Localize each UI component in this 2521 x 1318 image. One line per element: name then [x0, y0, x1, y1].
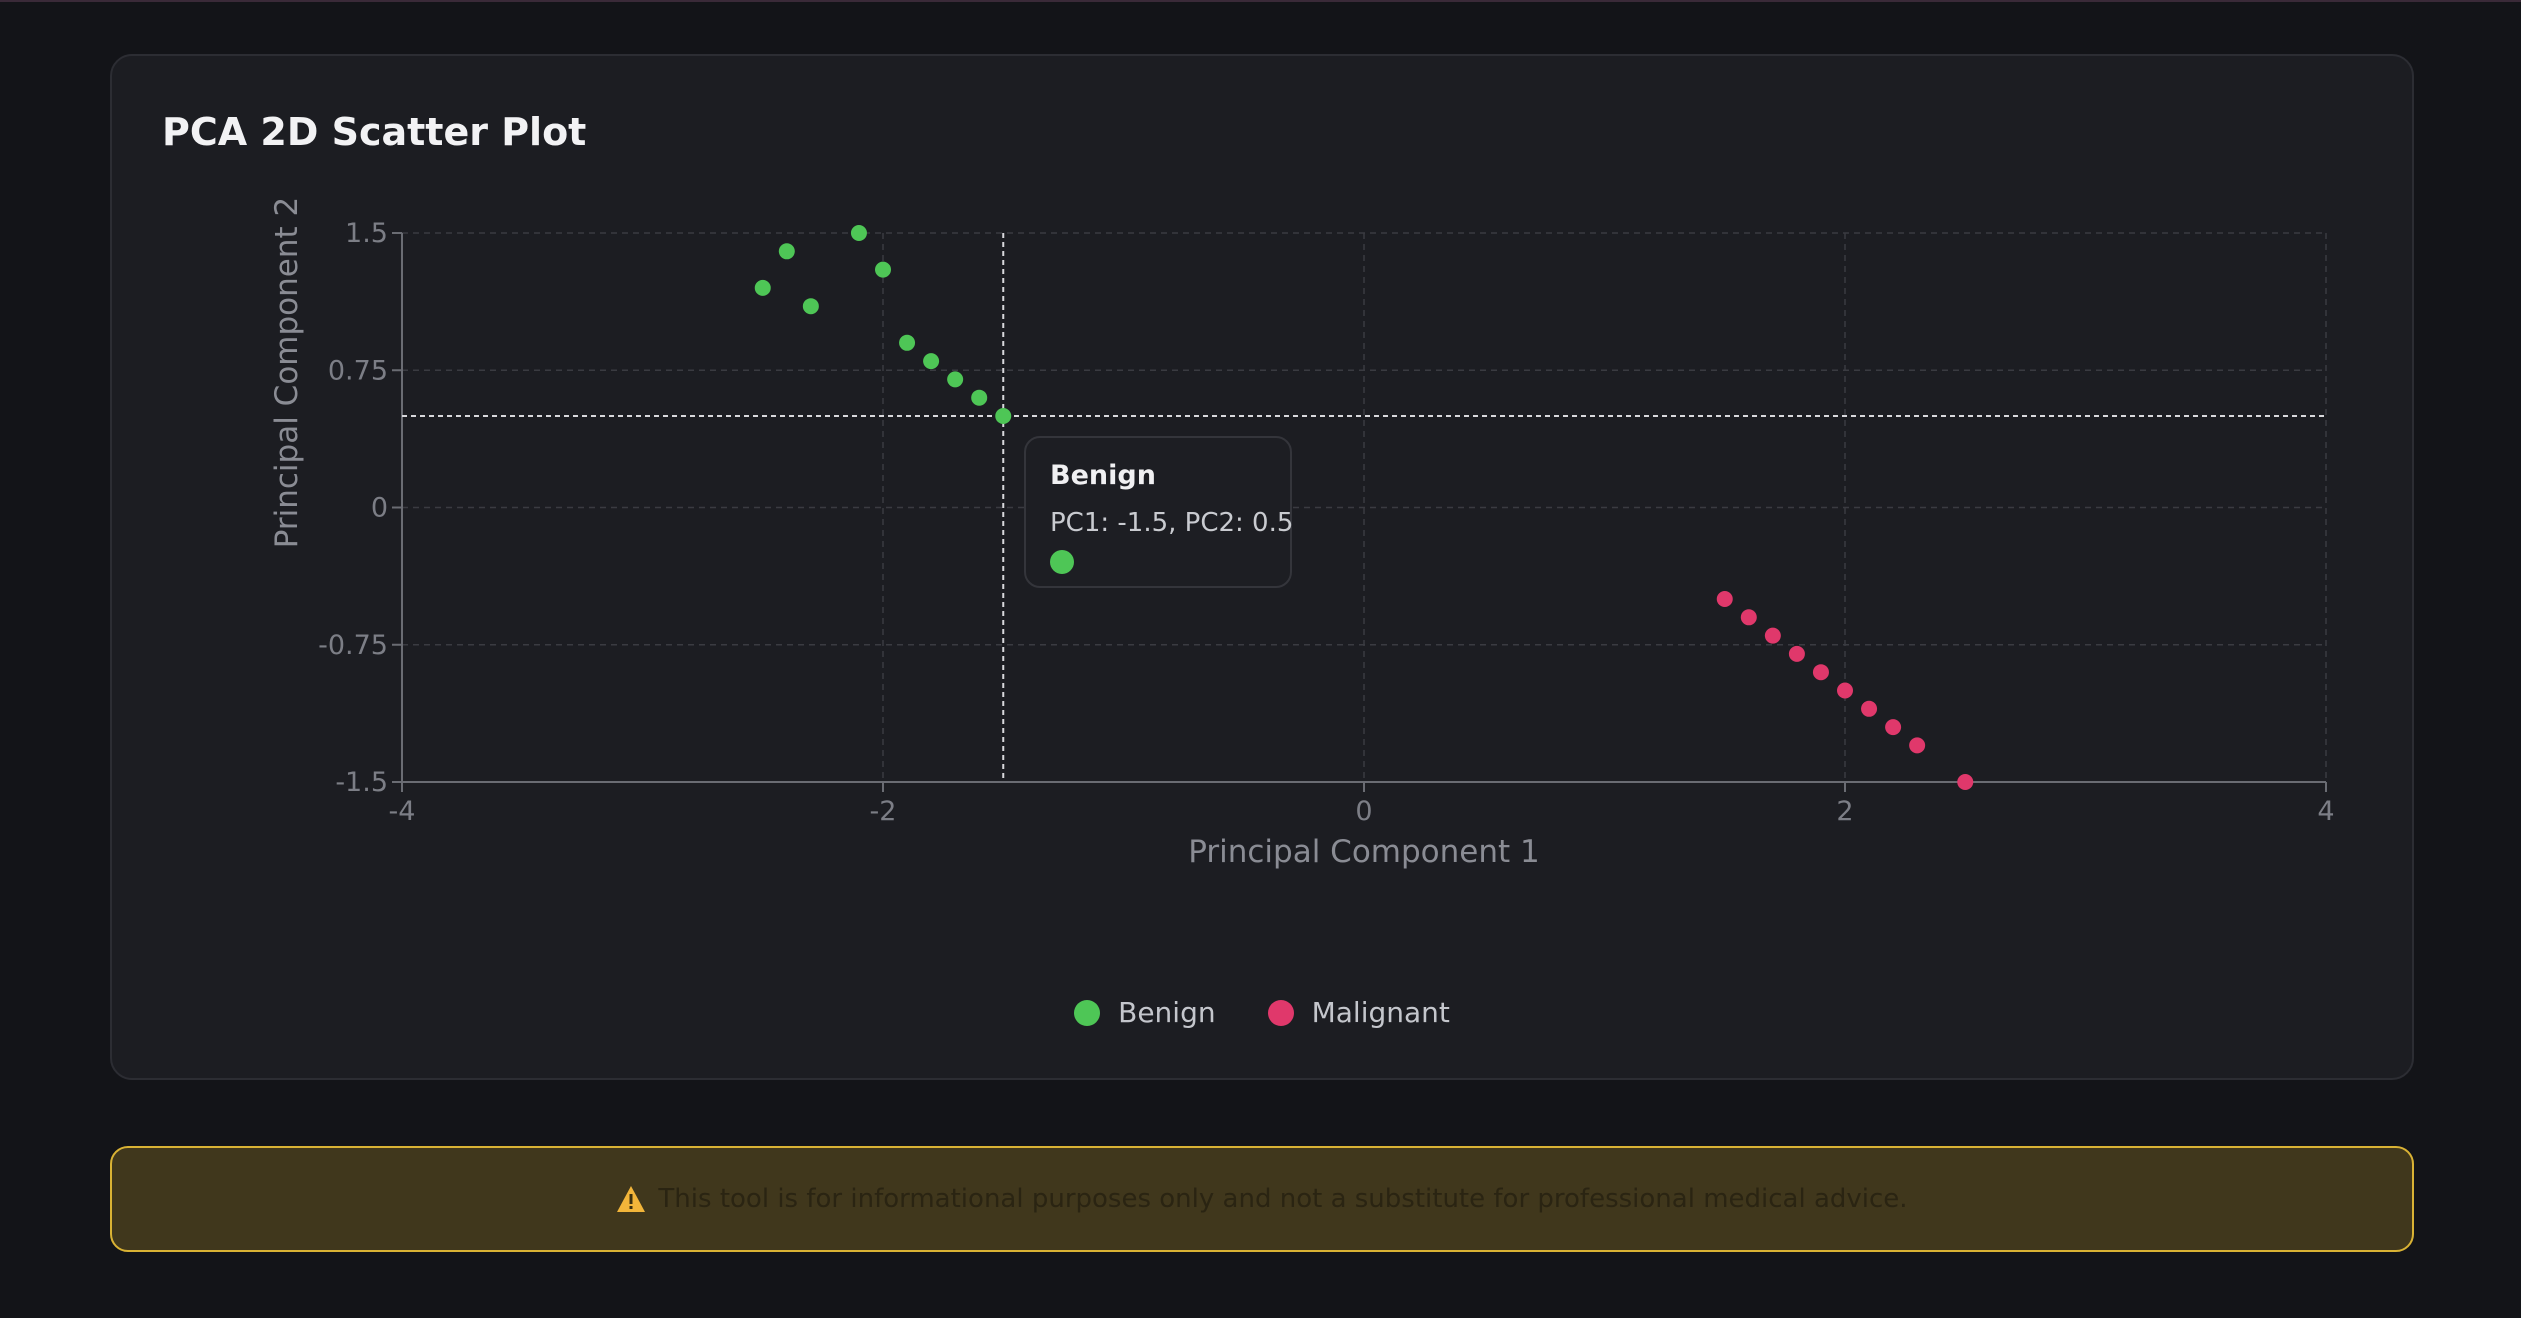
- legend-item-benign[interactable]: Benign: [1074, 996, 1216, 1029]
- data-point-malignant: [1885, 719, 1902, 736]
- tooltip-series-name: Benign: [1050, 460, 1156, 491]
- legend-label-benign: Benign: [1118, 996, 1216, 1029]
- x-tick-label: 4: [2317, 796, 2334, 827]
- top-border: [0, 0, 2521, 2]
- disclaimer-banner: This tool is for informational purposes …: [110, 1146, 2414, 1252]
- data-point-benign: [778, 243, 795, 260]
- data-point-malignant: [1788, 645, 1805, 662]
- data-point-benign: [802, 298, 819, 315]
- data-point-benign: [899, 334, 916, 351]
- chart-legend: Benign Malignant: [112, 996, 2412, 1029]
- tooltip-value: PC1: -1.5, PC2: 0.5: [1050, 508, 1294, 538]
- chart-tooltip: Benign PC1: -1.5, PC2: 0.5: [1024, 436, 1294, 588]
- y-tick-label: 0: [371, 493, 388, 524]
- x-tick-label: -2: [870, 796, 897, 827]
- data-point-benign: [923, 353, 940, 370]
- x-tick-label: -4: [389, 796, 416, 827]
- data-point-malignant: [1861, 700, 1878, 717]
- data-point-malignant: [1716, 591, 1733, 607]
- y-tick-label: 1.5: [345, 218, 388, 249]
- data-point-benign: [947, 371, 964, 388]
- legend-swatch-benign: [1074, 999, 1101, 1026]
- data-point-malignant: [1740, 609, 1757, 626]
- chart-card: PCA 2D Scatter Plot -4 -2 0 2 4 -1.5 -0.75 0 0.7…: [110, 54, 2414, 1080]
- y-tick-label: 0.75: [328, 355, 388, 386]
- data-point-benign: [754, 279, 771, 296]
- tooltip-color-dot: [1050, 550, 1074, 574]
- data-point-benign: [850, 225, 867, 241]
- data-point-malignant: [1957, 774, 1974, 790]
- y-tick-label: -0.75: [318, 630, 388, 661]
- legend-swatch-malignant: [1267, 999, 1294, 1026]
- data-point-benign: [995, 408, 1012, 424]
- y-axis-title: Principal Component 2: [269, 197, 305, 549]
- legend-label-malignant: Malignant: [1311, 996, 1450, 1029]
- x-tick-label: 2: [1836, 796, 1853, 827]
- data-point-benign: [875, 261, 891, 278]
- data-point-malignant: [1764, 627, 1781, 644]
- warning-icon: [617, 1186, 646, 1212]
- data-point-malignant: [1909, 737, 1926, 754]
- data-point-malignant: [1837, 682, 1853, 699]
- legend-item-malignant[interactable]: Malignant: [1267, 996, 1450, 1029]
- y-tick-label: -1.5: [335, 767, 388, 798]
- x-axis-title: Principal Component 1: [1188, 834, 1540, 870]
- data-point-benign: [971, 389, 988, 406]
- data-point-malignant: [1812, 664, 1829, 681]
- disclaimer-text: This tool is for informational purposes …: [658, 1184, 1908, 1214]
- x-tick-label: 0: [1355, 796, 1372, 827]
